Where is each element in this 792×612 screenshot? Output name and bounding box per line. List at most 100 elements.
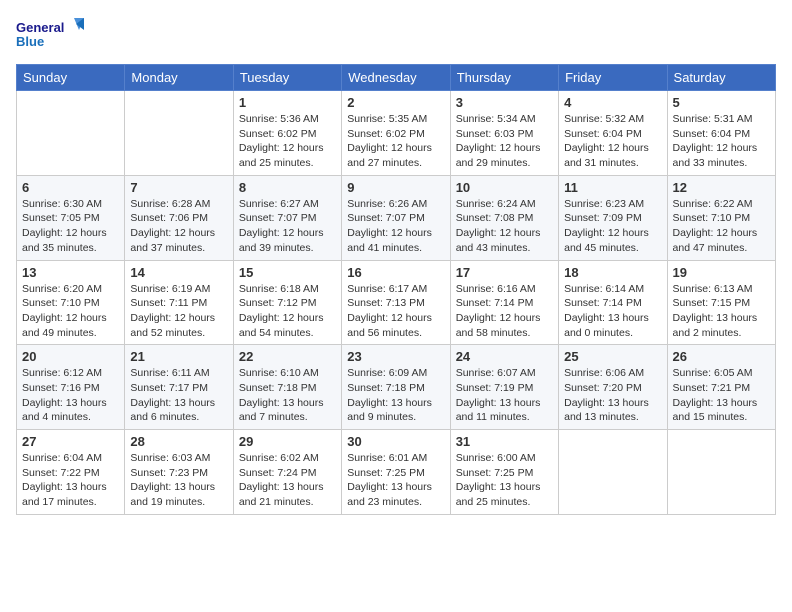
calendar-cell xyxy=(559,430,667,515)
page-header: General Blue xyxy=(16,16,776,56)
day-number: 20 xyxy=(22,349,119,364)
calendar-cell: 5 Sunrise: 5:31 AM Sunset: 6:04 PM Daylig… xyxy=(667,91,775,176)
day-info: Sunrise: 6:28 AM Sunset: 7:06 PM Dayligh… xyxy=(130,197,227,256)
calendar-cell: 2 Sunrise: 5:35 AM Sunset: 6:02 PM Daylig… xyxy=(342,91,450,176)
day-info: Sunrise: 6:04 AM Sunset: 7:22 PM Dayligh… xyxy=(22,451,119,510)
day-info: Sunrise: 6:27 AM Sunset: 7:07 PM Dayligh… xyxy=(239,197,336,256)
day-number: 25 xyxy=(564,349,661,364)
day-header-sunday: Sunday xyxy=(17,65,125,91)
calendar-cell: 17 Sunrise: 6:16 AM Sunset: 7:14 PM Dayli… xyxy=(450,260,558,345)
day-info: Sunrise: 5:35 AM Sunset: 6:02 PM Dayligh… xyxy=(347,112,444,171)
day-number: 18 xyxy=(564,265,661,280)
calendar-cell: 31 Sunrise: 6:00 AM Sunset: 7:25 PM Dayli… xyxy=(450,430,558,515)
calendar-cell: 14Sunrise: 6:19 AM Sunset: 7:11 PM Dayli… xyxy=(125,260,233,345)
calendar-cell: 12Sunrise: 6:22 AM Sunset: 7:10 PM Dayli… xyxy=(667,175,775,260)
day-info: Sunrise: 6:09 AM Sunset: 7:18 PM Dayligh… xyxy=(347,366,444,425)
day-number: 16 xyxy=(347,265,444,280)
day-info: Sunrise: 6:13 AM Sunset: 7:15 PM Dayligh… xyxy=(673,282,770,341)
calendar-cell: 27Sunrise: 6:04 AM Sunset: 7:22 PM Dayli… xyxy=(17,430,125,515)
day-info: Sunrise: 6:01 AM Sunset: 7:25 PM Dayligh… xyxy=(347,451,444,510)
day-info: Sunrise: 6:05 AM Sunset: 7:21 PM Dayligh… xyxy=(673,366,770,425)
day-number: 6 xyxy=(22,180,119,195)
calendar-cell: 4 Sunrise: 5:32 AM Sunset: 6:04 PM Daylig… xyxy=(559,91,667,176)
day-info: Sunrise: 5:32 AM Sunset: 6:04 PM Dayligh… xyxy=(564,112,661,171)
calendar-cell: 7 Sunrise: 6:28 AM Sunset: 7:06 PM Daylig… xyxy=(125,175,233,260)
day-info: Sunrise: 6:10 AM Sunset: 7:18 PM Dayligh… xyxy=(239,366,336,425)
day-info: Sunrise: 6:22 AM Sunset: 7:10 PM Dayligh… xyxy=(673,197,770,256)
day-info: Sunrise: 6:30 AM Sunset: 7:05 PM Dayligh… xyxy=(22,197,119,256)
day-info: Sunrise: 6:16 AM Sunset: 7:14 PM Dayligh… xyxy=(456,282,553,341)
calendar-cell: 22 Sunrise: 6:10 AM Sunset: 7:18 PM Dayli… xyxy=(233,345,341,430)
day-number: 31 xyxy=(456,434,553,449)
calendar-week-row: 6 Sunrise: 6:30 AM Sunset: 7:05 PM Daylig… xyxy=(17,175,776,260)
day-info: Sunrise: 6:26 AM Sunset: 7:07 PM Dayligh… xyxy=(347,197,444,256)
day-number: 14 xyxy=(130,265,227,280)
day-number: 26 xyxy=(673,349,770,364)
day-info: Sunrise: 5:36 AM Sunset: 6:02 PM Dayligh… xyxy=(239,112,336,171)
calendar-cell xyxy=(17,91,125,176)
svg-text:General: General xyxy=(16,20,64,35)
day-number: 24 xyxy=(456,349,553,364)
day-info: Sunrise: 5:31 AM Sunset: 6:04 PM Dayligh… xyxy=(673,112,770,171)
calendar-cell: 3Sunrise: 5:34 AM Sunset: 6:03 PM Daylig… xyxy=(450,91,558,176)
calendar-cell: 8 Sunrise: 6:27 AM Sunset: 7:07 PM Daylig… xyxy=(233,175,341,260)
calendar-cell: 16 Sunrise: 6:17 AM Sunset: 7:13 PM Dayli… xyxy=(342,260,450,345)
day-number: 5 xyxy=(673,95,770,110)
calendar-cell: 23 Sunrise: 6:09 AM Sunset: 7:18 PM Dayli… xyxy=(342,345,450,430)
calendar-cell: 28 Sunrise: 6:03 AM Sunset: 7:23 PM Dayli… xyxy=(125,430,233,515)
calendar-cell: 19 Sunrise: 6:13 AM Sunset: 7:15 PM Dayli… xyxy=(667,260,775,345)
day-header-tuesday: Tuesday xyxy=(233,65,341,91)
day-number: 10 xyxy=(456,180,553,195)
day-number: 23 xyxy=(347,349,444,364)
day-number: 13 xyxy=(22,265,119,280)
day-number: 30 xyxy=(347,434,444,449)
day-header-friday: Friday xyxy=(559,65,667,91)
day-info: Sunrise: 6:23 AM Sunset: 7:09 PM Dayligh… xyxy=(564,197,661,256)
day-info: Sunrise: 6:11 AM Sunset: 7:17 PM Dayligh… xyxy=(130,366,227,425)
logo-svg: General Blue xyxy=(16,16,86,56)
day-number: 21 xyxy=(130,349,227,364)
calendar-cell: 11 Sunrise: 6:23 AM Sunset: 7:09 PM Dayli… xyxy=(559,175,667,260)
day-number: 2 xyxy=(347,95,444,110)
day-header-thursday: Thursday xyxy=(450,65,558,91)
logo: General Blue xyxy=(16,16,86,56)
day-number: 4 xyxy=(564,95,661,110)
calendar-cell: 10 Sunrise: 6:24 AM Sunset: 7:08 PM Dayli… xyxy=(450,175,558,260)
calendar-cell: 20 Sunrise: 6:12 AM Sunset: 7:16 PM Dayli… xyxy=(17,345,125,430)
day-number: 7 xyxy=(130,180,227,195)
calendar-header-row: SundayMondayTuesdayWednesdayThursdayFrid… xyxy=(17,65,776,91)
day-info: Sunrise: 6:06 AM Sunset: 7:20 PM Dayligh… xyxy=(564,366,661,425)
calendar-cell: 6 Sunrise: 6:30 AM Sunset: 7:05 PM Daylig… xyxy=(17,175,125,260)
day-info: Sunrise: 6:02 AM Sunset: 7:24 PM Dayligh… xyxy=(239,451,336,510)
calendar-week-row: 13Sunrise: 6:20 AM Sunset: 7:10 PM Dayli… xyxy=(17,260,776,345)
day-info: Sunrise: 6:07 AM Sunset: 7:19 PM Dayligh… xyxy=(456,366,553,425)
calendar-cell: 26 Sunrise: 6:05 AM Sunset: 7:21 PM Dayli… xyxy=(667,345,775,430)
day-number: 11 xyxy=(564,180,661,195)
day-number: 22 xyxy=(239,349,336,364)
day-header-wednesday: Wednesday xyxy=(342,65,450,91)
calendar-cell: 18Sunrise: 6:14 AM Sunset: 7:14 PM Dayli… xyxy=(559,260,667,345)
day-info: Sunrise: 6:00 AM Sunset: 7:25 PM Dayligh… xyxy=(456,451,553,510)
day-number: 8 xyxy=(239,180,336,195)
calendar-week-row: 20 Sunrise: 6:12 AM Sunset: 7:16 PM Dayli… xyxy=(17,345,776,430)
calendar-cell: 15Sunrise: 6:18 AM Sunset: 7:12 PM Dayli… xyxy=(233,260,341,345)
calendar-cell: 24 Sunrise: 6:07 AM Sunset: 7:19 PM Dayli… xyxy=(450,345,558,430)
day-number: 19 xyxy=(673,265,770,280)
calendar-cell: 29 Sunrise: 6:02 AM Sunset: 7:24 PM Dayli… xyxy=(233,430,341,515)
day-number: 29 xyxy=(239,434,336,449)
day-info: Sunrise: 6:24 AM Sunset: 7:08 PM Dayligh… xyxy=(456,197,553,256)
day-info: Sunrise: 5:34 AM Sunset: 6:03 PM Dayligh… xyxy=(456,112,553,171)
calendar-week-row: 27Sunrise: 6:04 AM Sunset: 7:22 PM Dayli… xyxy=(17,430,776,515)
day-info: Sunrise: 6:12 AM Sunset: 7:16 PM Dayligh… xyxy=(22,366,119,425)
calendar-cell xyxy=(125,91,233,176)
day-number: 28 xyxy=(130,434,227,449)
day-info: Sunrise: 6:03 AM Sunset: 7:23 PM Dayligh… xyxy=(130,451,227,510)
calendar-cell: 25 Sunrise: 6:06 AM Sunset: 7:20 PM Dayli… xyxy=(559,345,667,430)
calendar-cell: 21 Sunrise: 6:11 AM Sunset: 7:17 PM Dayli… xyxy=(125,345,233,430)
day-info: Sunrise: 6:18 AM Sunset: 7:12 PM Dayligh… xyxy=(239,282,336,341)
calendar-cell: 9Sunrise: 6:26 AM Sunset: 7:07 PM Daylig… xyxy=(342,175,450,260)
svg-text:Blue: Blue xyxy=(16,34,44,49)
calendar-cell: 30 Sunrise: 6:01 AM Sunset: 7:25 PM Dayli… xyxy=(342,430,450,515)
day-number: 17 xyxy=(456,265,553,280)
day-info: Sunrise: 6:17 AM Sunset: 7:13 PM Dayligh… xyxy=(347,282,444,341)
